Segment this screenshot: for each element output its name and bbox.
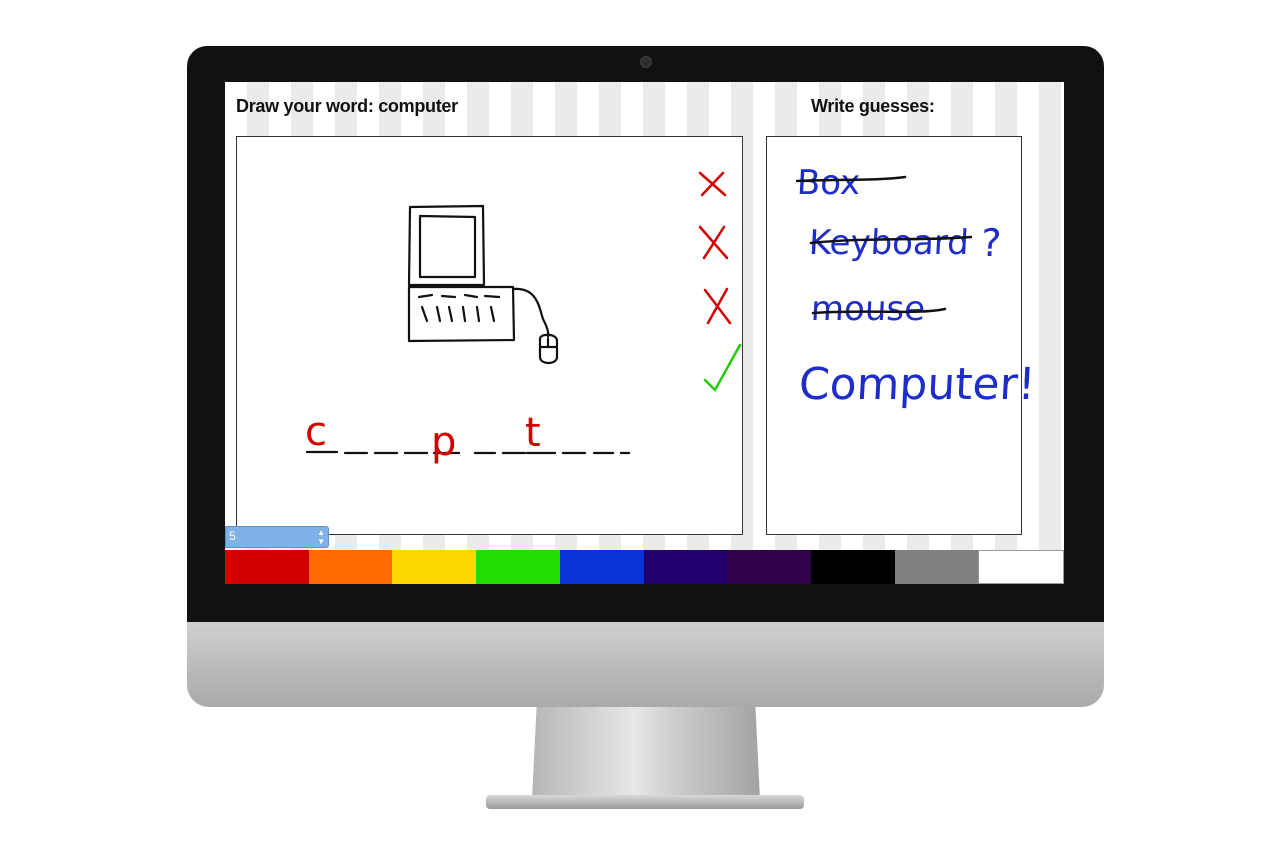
strike-mouse (811, 307, 947, 315)
guess-heading: Write guesses: (811, 96, 935, 116)
hint-letters: c p t (305, 409, 541, 465)
strike-keyboard (809, 235, 973, 245)
stepper-arrows-icon[interactable]: ▲ ▼ (317, 528, 325, 546)
camera-icon (640, 56, 652, 68)
swatch-red[interactable] (225, 550, 309, 584)
monitor-screen-stroke (418, 214, 477, 279)
swatch-yellow[interactable] (392, 550, 477, 584)
brush-size-input[interactable]: 5 ▲ ▼ (225, 526, 329, 548)
keyboard-keys-stroke (417, 293, 501, 323)
computer-drawing (407, 204, 559, 365)
guesses-canvas[interactable]: Box Keyboard ? mouse Computer! (766, 136, 1037, 535)
wrong-mark-3 (703, 287, 732, 325)
monitor-chin (187, 622, 1104, 707)
correct-mark (703, 343, 742, 393)
hint-letter-t: t (525, 410, 541, 456)
swatch-black[interactable] (810, 550, 895, 584)
result-marks (698, 171, 742, 393)
wrong-mark-2 (698, 225, 729, 260)
mouse-cable-stroke (511, 287, 550, 339)
app-screen: Draw your word: computer Write guesses: (225, 82, 1064, 584)
monitor-stand-neck (532, 707, 760, 799)
swatch-blue[interactable] (559, 550, 644, 584)
brush-size-value: 5 (229, 529, 236, 543)
swatch-green[interactable] (476, 550, 560, 584)
swatch-indigo[interactable] (643, 550, 728, 584)
hint-letter-c: c (305, 409, 327, 455)
drawing-canvas[interactable]: c p t (236, 136, 743, 535)
swatch-violet[interactable] (727, 550, 811, 584)
wrong-mark-1 (698, 171, 727, 197)
color-palette (225, 550, 1064, 584)
swatch-gray[interactable] (894, 550, 979, 584)
swatch-orange[interactable] (308, 550, 393, 584)
drawing-strokes: c p t (305, 171, 742, 465)
hint-letter-p: p (431, 419, 456, 465)
strike-box (795, 175, 907, 183)
swatch-white[interactable] (978, 550, 1064, 584)
mouse-button-stroke (539, 337, 558, 349)
strike-lines (795, 175, 973, 315)
monitor-stand-base (486, 795, 804, 809)
hint-blanks (305, 450, 631, 455)
draw-heading: Draw your word: computer (236, 96, 458, 116)
